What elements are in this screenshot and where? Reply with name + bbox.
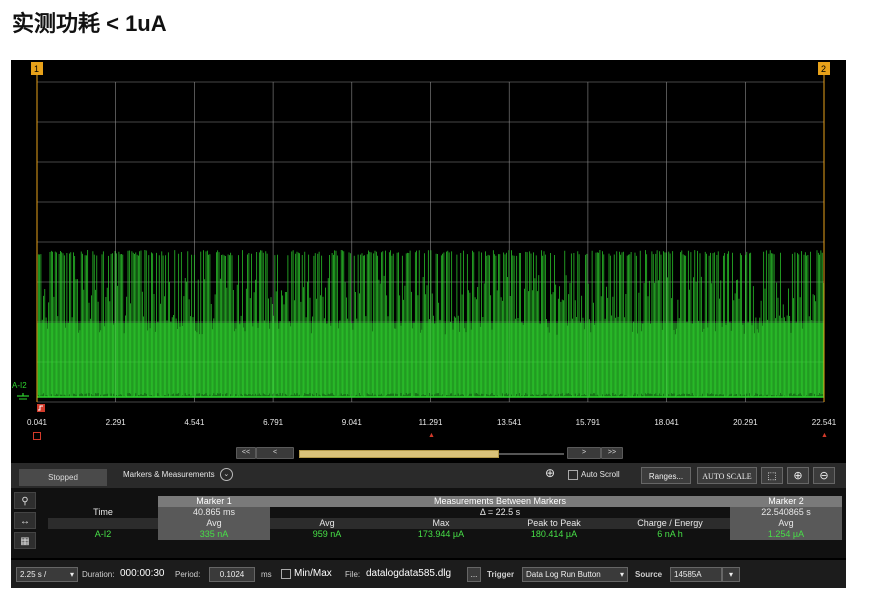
marker-1-avg: 335 nA: [158, 529, 270, 540]
chevron-down-icon: ▾: [69, 570, 74, 579]
zoom-box-icon[interactable]: ⬚: [761, 467, 783, 484]
max-value: 173.944 µA: [417, 529, 465, 539]
add-marker-icon[interactable]: ⊕: [545, 466, 555, 480]
time-row-label: Time: [93, 507, 113, 517]
period-unit: ms: [261, 570, 272, 579]
x-tick: 15.791: [575, 418, 601, 427]
trigger-label: Trigger: [487, 570, 515, 579]
trigger-icon[interactable]: [37, 404, 45, 412]
measurements-table: Marker 1 Measurements Between Markers Ma…: [48, 496, 842, 540]
charge-value: 6 nA h: [657, 529, 683, 539]
x-tick: 2.291: [105, 418, 126, 427]
layout-grid-icon[interactable]: ▦: [14, 532, 36, 549]
timebase-select[interactable]: 2.25 s / ▾: [16, 567, 78, 582]
zoom-out-icon[interactable]: ⊖: [813, 467, 835, 484]
duration-label: Duration:: [82, 570, 115, 579]
x-tick: 0.041: [26, 418, 48, 427]
x-axis-ticks: 0.041 2.291 4.541 6.791 9.041 11.291 13.…: [11, 418, 846, 432]
chevron-down-icon[interactable]: ▾: [722, 567, 740, 582]
avg-value: 959 nA: [312, 529, 342, 539]
delta-time: Δ = 22.5 s: [479, 507, 521, 517]
scroll-navigation: << < > >>: [11, 445, 846, 461]
x-tick: 22.541: [811, 418, 837, 427]
column-header: Charge / Energy: [637, 518, 703, 528]
x-tick: 13.541: [496, 418, 522, 427]
auto-scroll-checkbox[interactable]: Auto Scroll: [568, 468, 620, 482]
scroll-last-button[interactable]: >>: [601, 447, 623, 459]
marker-1-time: 40.865 ms: [158, 507, 270, 518]
minmax-checkbox[interactable]: Min/Max: [281, 567, 332, 580]
chevron-down-icon: ▾: [619, 570, 624, 579]
checkbox-icon: [568, 469, 578, 480]
table-row: Avg Avg Max Peak to Peak Charge / Energy…: [48, 518, 842, 529]
marker-1-handle[interactable]: [33, 432, 41, 440]
column-header: Avg: [319, 518, 335, 528]
table-row: Marker 1 Measurements Between Markers Ma…: [48, 496, 842, 507]
file-label: File:: [345, 570, 361, 579]
waveform-plot[interactable]: 1 2 A-I2: [11, 60, 846, 418]
markers-measurements-label: Markers & Measurements: [123, 470, 215, 479]
source-select[interactable]: 14585A: [670, 567, 722, 582]
minmax-label: Min/Max: [294, 568, 332, 579]
data-logger-window: 1 2 A-I2 0.041 2.291 4.541 6.791 9.041 1…: [11, 60, 846, 588]
table-row: Time 40.865 ms Δ = 22.5 s 22.540865 s: [48, 507, 842, 518]
scroll-prev-button[interactable]: <: [256, 447, 294, 459]
duration-value[interactable]: 000:00:30: [120, 567, 165, 580]
marker-arrow-icon: ▲: [821, 432, 828, 439]
between-markers-header: Measurements Between Markers: [270, 496, 730, 507]
marker-2-time: 22.540865 s: [730, 507, 842, 518]
auto-scroll-label: Auto Scroll: [581, 470, 620, 479]
peak-to-peak-value: 180.414 µA: [530, 529, 578, 539]
settings-wrench-icon[interactable]: ⚲: [14, 492, 36, 509]
column-header: Avg: [730, 518, 842, 529]
x-tick: 18.041: [654, 418, 679, 427]
markers-measurements-toggle[interactable]: Markers & Measurements ⌄: [123, 468, 233, 482]
table-row: A-I2 335 nA 959 nA 173.944 µA 180.414 µA…: [48, 529, 842, 540]
x-tick: 6.791: [263, 418, 284, 427]
ground-icon: [17, 393, 29, 400]
file-name: datalogdata585.dlg: [366, 568, 452, 579]
period-input[interactable]: 0.1024: [209, 567, 255, 582]
column-header: Max: [432, 518, 450, 528]
timebase-value: 2.25 s /: [20, 570, 47, 579]
x-tick: 9.041: [341, 418, 362, 427]
column-header: Avg: [158, 518, 270, 529]
scroll-first-button[interactable]: <<: [236, 447, 256, 459]
trigger-select[interactable]: Data Log Run Button ▾: [522, 567, 628, 582]
x-tick: 4.541: [184, 418, 205, 427]
marker-fit-icon[interactable]: ↔: [14, 512, 36, 529]
auto-scale-button[interactable]: AUTO SCALE: [697, 467, 757, 484]
source-label: Source: [635, 570, 663, 579]
channel-name: A-I2: [94, 529, 112, 539]
marker-1-header: Marker 1: [158, 496, 270, 507]
scroll-next-button[interactable]: >: [567, 447, 601, 459]
measurements-panel: ⚲ ↔ ▦ Marker 1 Measurements Between Mark…: [11, 488, 846, 558]
marker-2-label: 2: [821, 64, 826, 74]
file-browse-button[interactable]: ...: [467, 567, 481, 582]
x-tick: 11.291: [418, 418, 443, 427]
marker-2-header: Marker 2: [730, 496, 842, 507]
chevron-down-icon: ⌄: [219, 468, 233, 482]
channel-label: A-I2: [12, 381, 27, 390]
status-badge: Stopped: [19, 469, 107, 486]
bottom-settings-bar: 2.25 s / ▾ Duration: 000:00:30 Period: 0…: [11, 560, 846, 588]
page-title: 实测功耗 < 1uA: [12, 11, 167, 36]
scroll-thumb[interactable]: [299, 450, 499, 458]
toolbar: Stopped Markers & Measurements ⌄ ⊕ Auto …: [11, 463, 846, 488]
period-label: Period:: [175, 570, 201, 579]
marker-1-label: 1: [34, 64, 39, 74]
x-tick: 20.291: [733, 418, 758, 427]
marker-arrow-icon: ▲: [428, 432, 435, 439]
marker-2-avg: 1.254 µA: [730, 529, 842, 540]
column-header: Peak to Peak: [527, 518, 581, 528]
zoom-in-icon[interactable]: ⊕: [787, 467, 809, 484]
ranges-button[interactable]: Ranges...: [641, 467, 691, 484]
trigger-value: Data Log Run Button: [526, 570, 601, 579]
checkbox-icon: [281, 568, 291, 579]
